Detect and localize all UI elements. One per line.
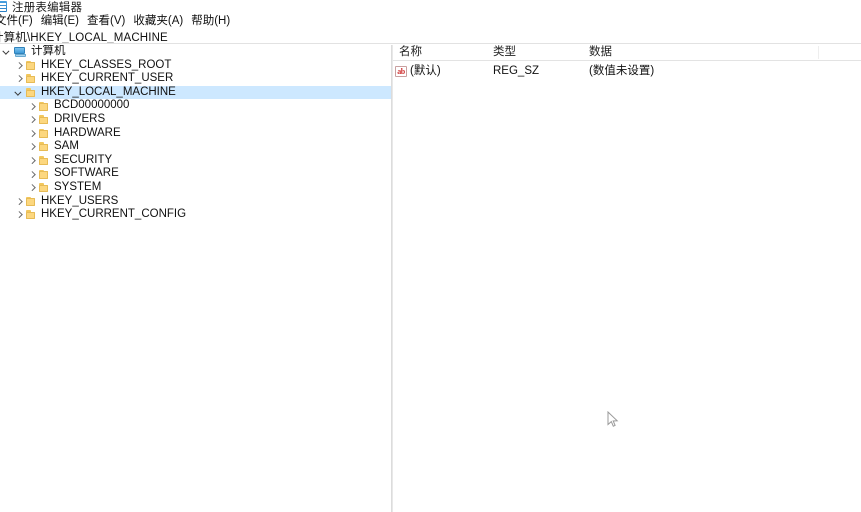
menu-item-file[interactable]: 文件(F)	[0, 14, 37, 29]
tree-item-software[interactable]: SOFTWARE	[0, 167, 391, 181]
chevron-right-icon[interactable]	[27, 168, 38, 181]
folder-icon	[38, 155, 50, 166]
folder-icon	[38, 114, 50, 125]
tree-item-system[interactable]: SYSTEM	[0, 181, 391, 195]
folder-icon	[38, 169, 50, 180]
chevron-right-icon[interactable]	[27, 140, 38, 153]
chevron-right-icon[interactable]	[27, 127, 38, 140]
value-type-cell: REG_SZ	[493, 65, 540, 77]
tree-item-security[interactable]: SECURITY	[0, 154, 391, 168]
tree-item-hardware[interactable]: HARDWARE	[0, 127, 391, 141]
address-path-text: 计算机\HKEY_LOCAL_MACHINE	[0, 31, 168, 44]
tree-item-label: SYSTEM	[54, 180, 102, 193]
tree-item-hkey-users[interactable]: HKEY_USERS	[0, 195, 391, 209]
string-value-icon-text: ab	[397, 66, 405, 76]
tree-item-label: SECURITY	[54, 153, 113, 166]
tree-item-label: SAM	[54, 140, 79, 153]
column-header-type[interactable]: 类型	[493, 45, 516, 60]
string-value-icon: ab	[395, 65, 407, 77]
tree-item-hkey-local-machine[interactable]: HKEY_LOCAL_MACHINE	[0, 85, 391, 100]
column-divider[interactable]	[818, 46, 819, 59]
tree-item-label: HKEY_CLASSES_ROOT	[41, 58, 172, 71]
tree-item-drivers[interactable]: DRIVERS	[0, 113, 391, 127]
tree-item-label: HARDWARE	[54, 126, 121, 139]
tree-item-hkey-current-user[interactable]: HKEY_CURRENT_USER	[0, 72, 391, 86]
menu-item-edit[interactable]: 编辑(E)	[37, 14, 83, 29]
registry-tree-pane[interactable]: 计算机 HKEY_CLASSES_ROOT HKEY_CURRENT_USER …	[0, 45, 391, 512]
address-bar[interactable]: 计算机\HKEY_LOCAL_MACHINE	[0, 30, 861, 44]
title-bar: 注册表编辑器	[0, 0, 861, 13]
tree-item-hkey-classes-root[interactable]: HKEY_CLASSES_ROOT	[0, 59, 391, 73]
tree-item-sam[interactable]: SAM	[0, 140, 391, 154]
menu-bar: 文件(F) 编辑(E) 查看(V) 收藏夹(A) 帮助(H)	[0, 14, 861, 29]
registry-values-pane[interactable]: 名称 类型 数据 ab (默认) REG_SZ (数值未设置)	[393, 45, 861, 512]
folder-icon	[25, 87, 37, 98]
tree-item-label: 计算机	[31, 45, 66, 57]
chevron-right-icon[interactable]	[27, 100, 38, 113]
tree-item-label: HKEY_USERS	[41, 194, 119, 207]
registry-editor-icon	[0, 1, 8, 12]
chevron-right-icon[interactable]	[27, 113, 38, 126]
column-header-name[interactable]: 名称	[399, 45, 422, 60]
value-name-cell: (默认)	[410, 65, 441, 77]
folder-icon	[38, 101, 50, 112]
column-header-data[interactable]: 数据	[589, 45, 612, 60]
chevron-right-icon[interactable]	[14, 195, 25, 208]
menu-item-help[interactable]: 帮助(H)	[187, 14, 234, 29]
folder-icon	[38, 128, 50, 139]
tree-item-label: SOFTWARE	[54, 167, 119, 180]
computer-icon	[13, 46, 27, 58]
value-row-default[interactable]: ab (默认) REG_SZ (数值未设置)	[393, 64, 861, 79]
menu-item-view[interactable]: 查看(V)	[83, 14, 129, 29]
folder-icon	[25, 209, 37, 220]
tree-item-bcd00000000[interactable]: BCD00000000	[0, 99, 391, 113]
tree-item-label: DRIVERS	[54, 112, 106, 125]
chevron-down-icon[interactable]	[14, 86, 25, 99]
folder-icon	[25, 196, 37, 207]
list-column-header: 名称 类型 数据	[393, 45, 861, 61]
tree-item-label: BCD00000000	[54, 99, 130, 112]
chevron-right-icon[interactable]	[27, 181, 38, 194]
tree-item-computer[interactable]: 计算机	[0, 45, 391, 59]
chevron-down-icon[interactable]	[2, 45, 13, 58]
content-area: 计算机 HKEY_CLASSES_ROOT HKEY_CURRENT_USER …	[0, 45, 861, 512]
chevron-right-icon[interactable]	[14, 72, 25, 85]
tree-item-label: HKEY_LOCAL_MACHINE	[41, 85, 176, 98]
folder-icon	[38, 182, 50, 193]
folder-icon	[25, 60, 37, 71]
chevron-right-icon[interactable]	[14, 59, 25, 72]
chevron-right-icon[interactable]	[27, 154, 38, 167]
window-title: 注册表编辑器	[12, 1, 83, 14]
menu-item-favorites[interactable]: 收藏夹(A)	[129, 14, 187, 29]
chevron-right-icon[interactable]	[14, 208, 25, 221]
tree-item-label: HKEY_CURRENT_USER	[41, 72, 174, 85]
folder-icon	[25, 73, 37, 84]
value-data-cell: (数值未设置)	[589, 65, 655, 77]
tree-item-hkey-current-config[interactable]: HKEY_CURRENT_CONFIG	[0, 208, 391, 222]
folder-icon	[38, 141, 50, 152]
tree-item-label: HKEY_CURRENT_CONFIG	[41, 208, 187, 221]
